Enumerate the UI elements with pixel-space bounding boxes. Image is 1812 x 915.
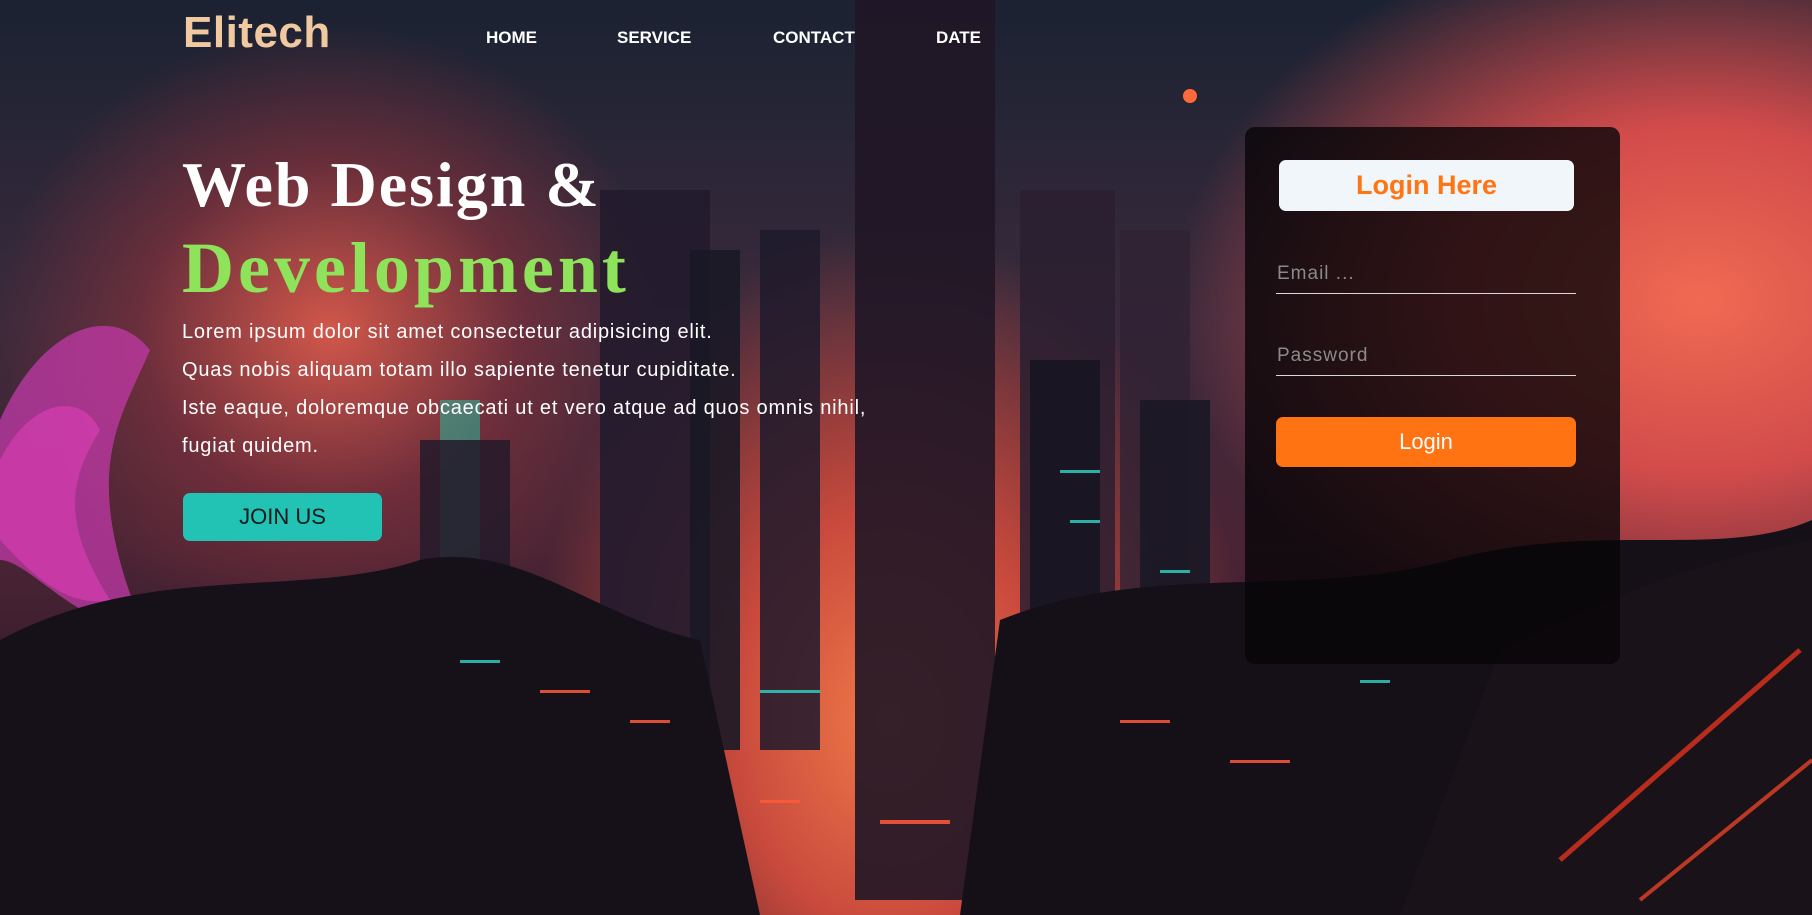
hero-paragraph-line: Lorem ipsum dolor sit amet consectetur a… xyxy=(182,321,713,343)
nav-link-contact[interactable]: CONTACT xyxy=(773,28,855,48)
login-button[interactable]: Login xyxy=(1276,417,1576,467)
email-field[interactable] xyxy=(1276,254,1576,294)
password-field[interactable] xyxy=(1276,336,1576,376)
hero-heading-accent: Development xyxy=(182,228,630,308)
hero-paragraph: Lorem ipsum dolor sit amet consectetur a… xyxy=(182,313,942,465)
hero-paragraph-line: Quas nobis aliquam totam illo sapiente t… xyxy=(182,359,737,381)
hero-heading: Web Design & xyxy=(182,149,601,220)
hero-paragraph-line: Iste eaque, doloremque obcaecati ut et v… xyxy=(182,397,867,419)
login-card-title: Login Here xyxy=(1279,160,1574,211)
hero-paragraph-line: fugiat quidem. xyxy=(182,435,319,457)
nav-link-date[interactable]: DATE xyxy=(936,28,981,48)
nav-link-service[interactable]: SERVICE xyxy=(617,28,691,48)
join-us-button[interactable]: JOIN US xyxy=(183,493,382,541)
login-card: Login Here Login xyxy=(1245,127,1620,664)
nav-link-home[interactable]: HOME xyxy=(486,28,537,48)
brand-logo[interactable]: Elitech xyxy=(183,8,331,58)
